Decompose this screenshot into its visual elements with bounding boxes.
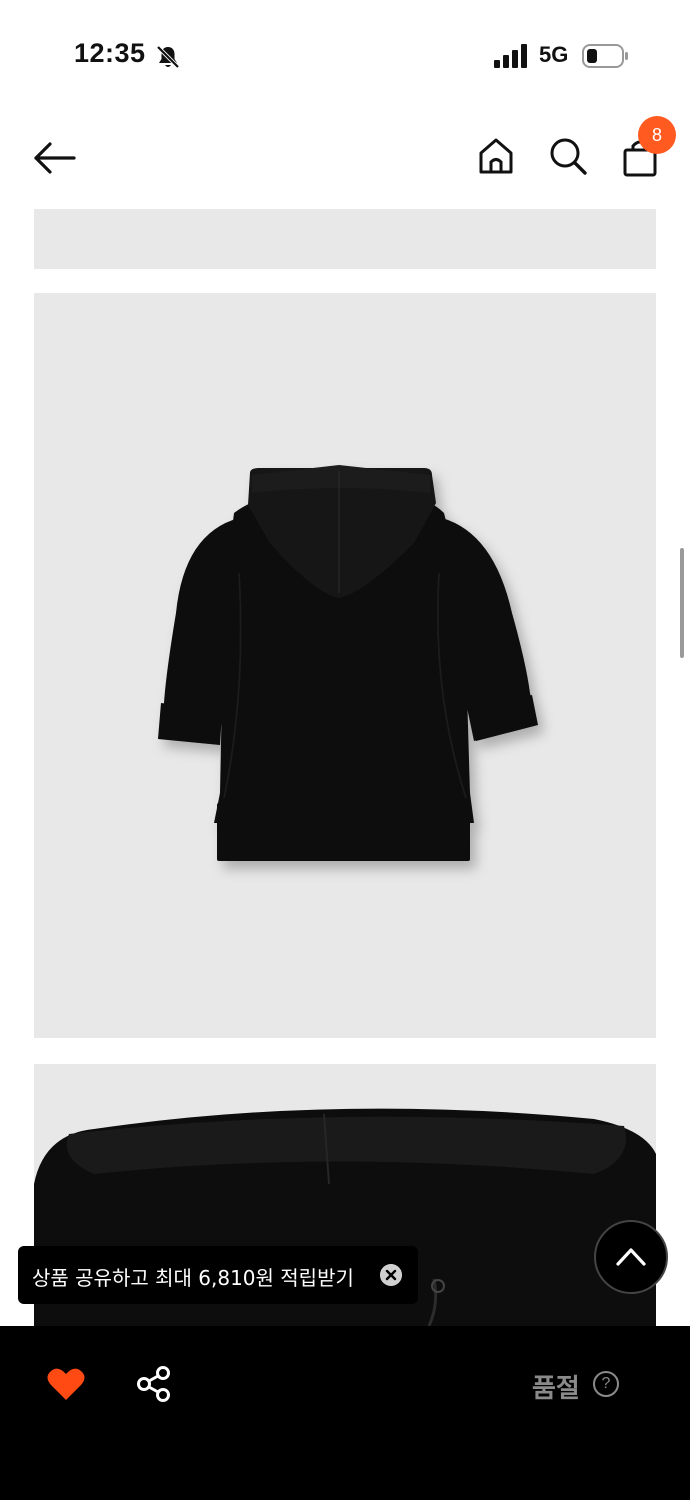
product-image-hoodie-back <box>34 293 656 1038</box>
help-icon[interactable]: ? <box>593 1371 619 1397</box>
top-nav-header <box>0 110 690 206</box>
status-time: 12:35 <box>74 38 146 68</box>
bottom-action-bar: 품절 ? <box>0 1326 690 1500</box>
network-label: 5G <box>539 42 569 67</box>
bell-off-icon <box>156 45 180 69</box>
hoodie-back-illustration <box>158 465 538 861</box>
search-icon[interactable] <box>546 134 590 178</box>
scrollbar-thumb[interactable] <box>680 548 684 658</box>
product-image-partial <box>34 209 656 269</box>
signal-icon <box>494 44 527 68</box>
close-icon[interactable] <box>380 1264 402 1286</box>
chevron-up-icon <box>616 1248 646 1266</box>
home-icon[interactable] <box>474 134 518 178</box>
share-reward-toast[interactable]: 상품 공유하고 최대 6,810원 적립받기 <box>18 1246 418 1304</box>
share-icon[interactable] <box>134 1364 174 1404</box>
scroll-to-top-button[interactable] <box>594 1220 668 1294</box>
status-bar: 12:35 5G <box>0 0 690 110</box>
heart-icon[interactable] <box>46 1366 86 1402</box>
cart-count-badge: 8 <box>638 116 676 154</box>
battery-icon <box>582 44 628 68</box>
soldout-label: 품절 <box>532 1374 580 1404</box>
toast-message: 상품 공유하고 최대 6,810원 적립받기 <box>32 1266 354 1290</box>
arrow-left-icon[interactable] <box>30 138 78 178</box>
